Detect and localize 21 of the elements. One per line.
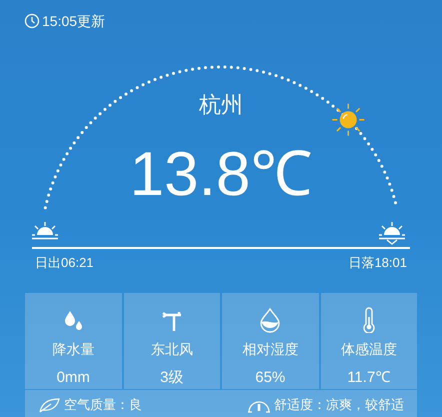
- sunrise-icon: [31, 221, 59, 241]
- half-filled-drop-icon: [258, 306, 282, 332]
- clock-icon: [24, 13, 40, 29]
- stat-label: 东北风: [150, 340, 193, 358]
- stat-value: 11.7℃: [347, 368, 390, 388]
- stat-value: 65%: [255, 368, 286, 388]
- stat-label: 降水量: [52, 340, 94, 358]
- sunrise-time: 日出06:21: [35, 254, 94, 272]
- air-quality: 空气质量：良: [64, 396, 142, 414]
- comfort-level: 舒适度：凉爽，较舒适: [274, 396, 404, 414]
- update-time: 15:05更新: [42, 12, 106, 30]
- stat-value: 0mm: [56, 368, 90, 388]
- thermometer-icon: [360, 306, 377, 332]
- leaf-icon: [38, 396, 60, 412]
- temperature: 13.8℃: [130, 140, 312, 210]
- sunset-icon: [378, 221, 406, 245]
- city-name: 杭州: [199, 91, 243, 119]
- stat-value: 3级: [160, 368, 184, 388]
- stat-label: 体感温度: [340, 340, 397, 358]
- stat-label: 相对湿度: [242, 340, 298, 358]
- sunset-time: 日落18:01: [348, 254, 407, 272]
